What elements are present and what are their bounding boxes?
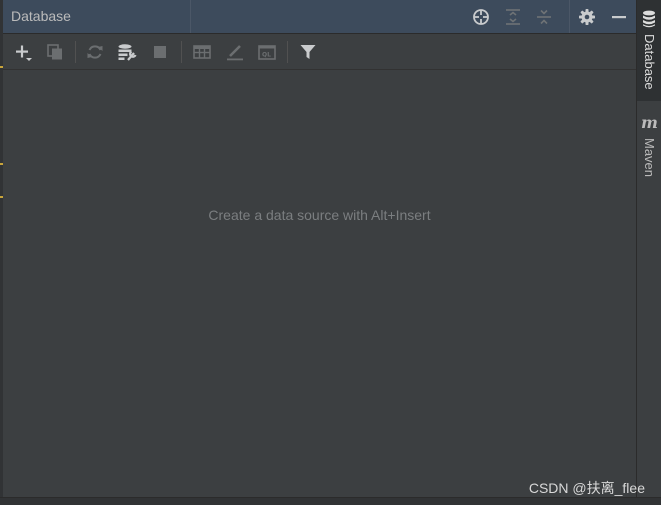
expand-all-icon[interactable] bbox=[503, 7, 523, 27]
toolbar-separator bbox=[287, 41, 288, 63]
edit-icon[interactable] bbox=[225, 42, 245, 62]
sql-console-icon[interactable]: QL bbox=[257, 42, 277, 62]
header-separator bbox=[569, 0, 570, 33]
database-tool-window: Database QL Create a data source with Al… bbox=[0, 0, 661, 505]
filter-icon[interactable] bbox=[298, 42, 318, 62]
table-icon[interactable] bbox=[192, 42, 212, 62]
refresh-icon[interactable] bbox=[85, 42, 105, 62]
stop-icon[interactable] bbox=[150, 42, 170, 62]
minimize-icon[interactable] bbox=[609, 7, 629, 27]
properties-icon[interactable] bbox=[117, 42, 137, 62]
crosshair-icon[interactable] bbox=[471, 7, 491, 27]
watermark: CSDN @扶离_flee bbox=[528, 480, 645, 496]
tool-window-title: Database bbox=[11, 8, 71, 24]
tab-database-label: Database bbox=[642, 34, 657, 90]
database-toolbar: QL bbox=[3, 34, 636, 70]
tool-window-header: Database bbox=[3, 0, 636, 34]
svg-text:QL: QL bbox=[262, 52, 271, 59]
tab-database[interactable]: Database bbox=[637, 0, 661, 101]
maven-icon: m bbox=[641, 113, 658, 132]
database-icon bbox=[643, 10, 655, 28]
database-tree-area[interactable]: Create a data source with Alt+Insert bbox=[3, 70, 636, 497]
collapse-all-icon[interactable] bbox=[534, 7, 554, 27]
empty-state-message: Create a data source with Alt+Insert bbox=[208, 207, 431, 223]
add-icon[interactable] bbox=[13, 42, 33, 62]
header-divider bbox=[190, 0, 191, 33]
tab-maven[interactable]: m Maven bbox=[637, 113, 661, 188]
gear-icon[interactable] bbox=[577, 7, 597, 27]
bottom-border bbox=[0, 497, 661, 505]
right-tool-strip: Database m Maven bbox=[636, 0, 661, 497]
toolbar-separator bbox=[75, 41, 76, 63]
toolbar-separator bbox=[181, 41, 182, 63]
duplicate-icon[interactable] bbox=[45, 42, 65, 62]
tab-maven-label: Maven bbox=[642, 138, 657, 178]
